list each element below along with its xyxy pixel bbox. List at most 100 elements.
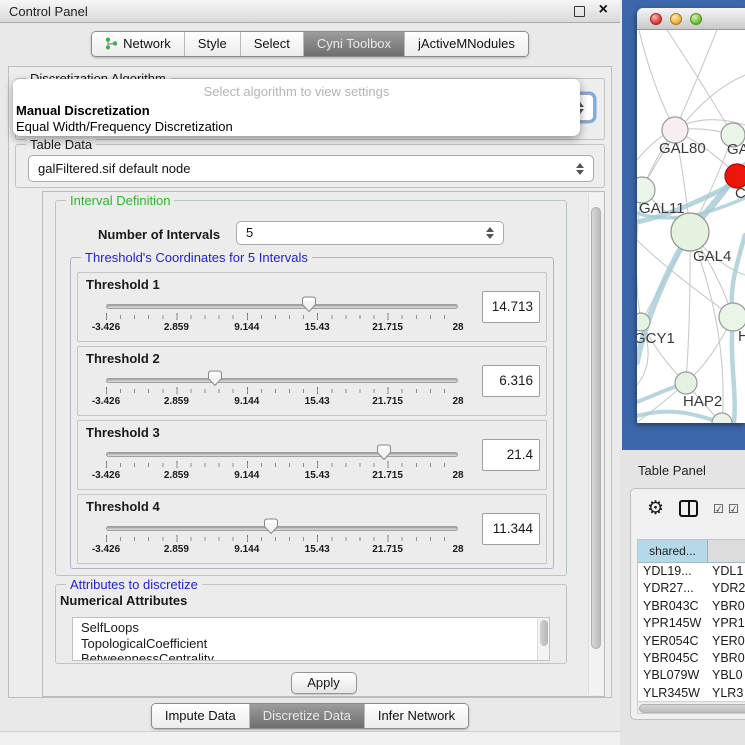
close-icon[interactable]: ×: [599, 1, 608, 19]
slider-track[interactable]: [106, 378, 458, 383]
split-columns-icon[interactable]: [679, 500, 698, 517]
cell-shared-name[interactable]: YER054C: [638, 633, 708, 650]
attributes-group: Attributes to discretize Numerical Attri…: [55, 584, 567, 664]
network-edge[interactable]: [675, 30, 717, 130]
cell-name[interactable]: YBR0: [708, 650, 745, 667]
cell-name[interactable]: YDL1: [708, 563, 745, 580]
cell-shared-name[interactable]: YBL079W: [638, 667, 708, 684]
cell-shared-name[interactable]: YDL19...: [638, 563, 708, 580]
network-node[interactable]: [712, 413, 732, 423]
table-row[interactable]: YBL079WYBL0: [638, 667, 745, 684]
slider-thumb[interactable]: [207, 370, 223, 387]
tick-label: 28: [452, 396, 463, 407]
threshold-value-field[interactable]: 11.344: [482, 513, 540, 545]
minimize-traffic-light-icon[interactable]: [670, 13, 682, 25]
footer-strip: [0, 731, 620, 745]
tick-label: 15.43: [305, 322, 330, 333]
threshold-label: Threshold 2: [86, 351, 160, 366]
threshold-value-field[interactable]: 21.4: [482, 439, 540, 471]
dropdown-option-manual[interactable]: Manual Discretization: [16, 103, 150, 118]
slider-minor-ticks: [106, 537, 458, 541]
threshold-label: Threshold 1: [86, 277, 160, 292]
dropdown-option-equal-width[interactable]: Equal Width/Frequency Discretization: [16, 119, 233, 134]
attribute-list-item[interactable]: TopologicalCoefficient: [81, 636, 549, 652]
slider-thumb[interactable]: [376, 444, 392, 461]
tab-discretize-data[interactable]: Discretize Data: [249, 704, 364, 728]
tick-label: 15.43: [305, 470, 330, 481]
network-canvas[interactable]: GAL80GACGAL11GAL4GCY1HHAP2: [637, 30, 745, 423]
tab-infer-network[interactable]: Infer Network: [364, 704, 468, 728]
column-header-shared[interactable]: shared...: [638, 540, 708, 562]
tick-label: 28: [452, 544, 463, 555]
number-of-intervals-combobox[interactable]: 5: [236, 221, 504, 245]
settings-vertical-scrollbar[interactable]: [588, 193, 603, 695]
tab-cyni-toolbox[interactable]: Cyni Toolbox: [303, 32, 404, 56]
threshold-slider[interactable]: -3.4262.8599.14415.4321.71528: [106, 373, 458, 413]
cell-shared-name[interactable]: YPR145W: [638, 615, 708, 632]
slider-tick-labels: -3.4262.8599.14415.4321.71528: [106, 470, 458, 482]
threshold-slider[interactable]: -3.4262.8599.14415.4321.71528: [106, 447, 458, 487]
cell-name[interactable]: YLR3: [708, 685, 745, 702]
zoom-traffic-light-icon[interactable]: [690, 13, 702, 25]
network-node-label: GAL4: [693, 248, 731, 265]
cell-shared-name[interactable]: YLR345W: [638, 685, 708, 702]
threshold-value-field[interactable]: 6.316: [482, 365, 540, 397]
apply-button[interactable]: Apply: [291, 672, 357, 694]
network-node-label: GA: [727, 141, 745, 158]
table-row[interactable]: YPR145WYPR1: [638, 615, 745, 632]
network-edge-thick[interactable]: [637, 412, 722, 423]
node-table[interactable]: shared... n YDL19...YDL1YDR27...YDR2YBR0…: [637, 539, 745, 707]
cell-name[interactable]: YDR2: [708, 580, 745, 597]
tab-style[interactable]: Style: [184, 32, 240, 56]
dropdown-placeholder: Select algorithm to view settings: [13, 84, 580, 99]
threshold-slider[interactable]: -3.4262.8599.14415.4321.71528: [106, 299, 458, 339]
float-window-icon[interactable]: [574, 6, 585, 17]
attribute-list-item[interactable]: BetweennessCentrality: [81, 651, 549, 661]
tab-select[interactable]: Select: [240, 32, 303, 56]
tab-network[interactable]: Network: [92, 32, 184, 56]
checkbox-icon[interactable]: ☑: [728, 502, 739, 516]
slider-track[interactable]: [106, 452, 458, 457]
attributes-scrollbar[interactable]: [537, 618, 549, 660]
table-row[interactable]: YBR043CYBR0: [638, 598, 745, 615]
slider-track[interactable]: [106, 526, 458, 531]
slider-minor-ticks: [106, 463, 458, 467]
close-traffic-light-icon[interactable]: [650, 13, 662, 25]
table-row[interactable]: YLR345WYLR3: [638, 685, 745, 702]
table-data-combobox[interactable]: galFiltered.sif default node: [28, 155, 594, 182]
tab-impute-data[interactable]: Impute Data: [152, 704, 249, 728]
cell-name[interactable]: YPR1: [708, 615, 745, 632]
cell-name[interactable]: YBR0: [708, 598, 745, 615]
network-node-hap2[interactable]: [675, 372, 697, 394]
cell-name[interactable]: YER0: [708, 633, 745, 650]
network-node-h[interactable]: [719, 303, 745, 331]
slider-thumb[interactable]: [301, 296, 317, 313]
checkbox-icon[interactable]: ☑: [713, 502, 724, 516]
threshold-value-field[interactable]: 14.713: [482, 291, 540, 323]
gear-icon[interactable]: ⚙: [647, 497, 664, 520]
threshold-slider[interactable]: -3.4262.8599.14415.4321.71528: [106, 521, 458, 561]
numerical-attributes-list[interactable]: SelfLoopsTopologicalCoefficientBetweenne…: [72, 617, 550, 661]
table-row[interactable]: YDR27...YDR2: [638, 580, 745, 597]
cell-name[interactable]: YBL0: [708, 667, 745, 684]
slider-thumb[interactable]: [263, 518, 279, 535]
network-node-gal4[interactable]: [671, 213, 709, 251]
network-node-label: H: [738, 328, 745, 345]
tab-jactivemnodules[interactable]: jActiveMNodules: [404, 32, 528, 56]
cell-shared-name[interactable]: YDR27...: [638, 580, 708, 597]
tick-label: -3.426: [92, 544, 120, 555]
tick-label: 2.859: [164, 396, 189, 407]
table-row[interactable]: YDL19...YDL1: [638, 563, 745, 580]
column-header-name[interactable]: n: [708, 540, 745, 562]
network-edge[interactable]: [686, 232, 690, 383]
table-row[interactable]: YBR045CYBR0: [638, 650, 745, 667]
slider-minor-ticks: [106, 315, 458, 319]
attribute-list-item[interactable]: SelfLoops: [81, 620, 549, 636]
table-horizontal-scrollbar[interactable]: [637, 701, 745, 714]
network-edge[interactable]: [639, 30, 675, 130]
network-node-gcy1[interactable]: [637, 313, 650, 331]
slider-track[interactable]: [106, 304, 458, 309]
cell-shared-name[interactable]: YBR043C: [638, 598, 708, 615]
table-row[interactable]: YER054CYER0: [638, 633, 745, 650]
cell-shared-name[interactable]: YBR045C: [638, 650, 708, 667]
